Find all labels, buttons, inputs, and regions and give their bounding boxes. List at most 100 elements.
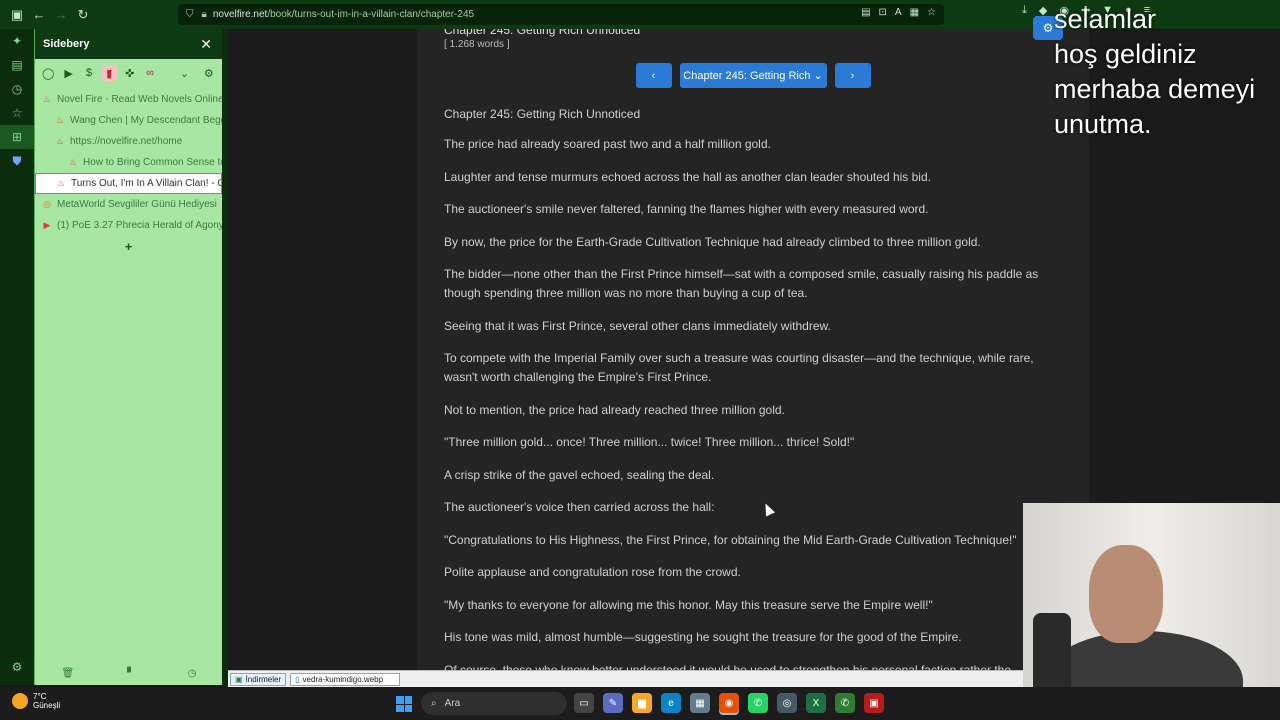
settings-gear-icon[interactable]: ⚙: [0, 655, 34, 679]
forward-icon[interactable]: →: [50, 4, 72, 26]
sidebar-toolbar: ◯ ▶ $ ▮ ✜ ∞ ⌄ ⚙: [35, 59, 222, 87]
weather-temp: 7°C: [33, 692, 47, 701]
chapter-paragraph: The bidder—none other than the First Pri…: [444, 267, 1039, 300]
sidebar-tab[interactable]: ♨ Turns Out, I'm In A Villain Clan! - C: [35, 173, 222, 194]
history-icon[interactable]: ◷: [0, 77, 34, 101]
chrome-icon[interactable]: ◎: [777, 693, 797, 713]
panel-glasses-icon[interactable]: ∞: [143, 65, 157, 81]
media-app-icon[interactable]: ▣: [864, 693, 884, 713]
new-tab-button[interactable]: +: [35, 236, 222, 256]
download-filename: vedra-kumindigo.webp: [302, 674, 384, 684]
lock-icon: 🔒︎: [201, 9, 207, 20]
clock-icon[interactable]: ◷: [188, 668, 197, 679]
excel-icon[interactable]: X: [806, 693, 826, 713]
start-button[interactable]: [396, 696, 412, 712]
url-path: /book/turns-out-im-in-a-villain-clan/cha…: [267, 9, 475, 20]
panel-refresh-icon[interactable]: ◯: [41, 65, 55, 81]
sidebar-tab[interactable]: ◎ MetaWorld Sevgililer Günü Hediyesi: [35, 194, 222, 215]
sidebery-panel: Sidebery ✕ ◯ ▶ $ ▮ ✜ ∞ ⌄ ⚙ ♨ Novel Fire -…: [34, 29, 222, 685]
stream-overlay-text: selamlar hoş geldiniz merhaba demeyi unu…: [1054, 2, 1255, 142]
file-explorer-icon[interactable]: ▆: [632, 693, 652, 713]
translate-icon[interactable]: A: [895, 7, 902, 18]
url-host: novelfire.net: [212, 9, 268, 20]
pin-icon[interactable]: ▘: [127, 668, 135, 679]
chapter-top-title: Chapter 245: Getting Rich Unnoticed: [444, 29, 641, 37]
sidebar-toggle-icon[interactable]: ▣: [6, 4, 28, 26]
search-label: Ara: [444, 698, 461, 709]
tab-label: (1) PoE 3.27 Phrecia Herald of Agony: [57, 220, 222, 231]
search-icon: ⌕: [431, 698, 437, 709]
reload-icon[interactable]: ↻: [72, 4, 94, 26]
chapter-paragraph: The auctioneer's smile never faltered, f…: [444, 202, 929, 216]
download-item[interactable]: ▯ vedra-kumindigo.webp: [290, 672, 401, 686]
tab-tree: ♨ Novel Fire - Read Web Novels Online ♨ Wan…: [35, 89, 222, 236]
chapter-paragraph: "My thanks to everyone for allowing me t…: [444, 597, 933, 612]
extensions-icon[interactable]: ▦: [910, 7, 919, 18]
trash-icon[interactable]: 🗑︎: [61, 668, 74, 679]
chapter-paragraph: By now, the price for the Earth-Grade Cu…: [444, 234, 981, 249]
store-icon[interactable]: ▦: [690, 693, 710, 713]
sparkle-icon[interactable]: ✦: [0, 29, 34, 53]
tab-favicon-icon: ♨: [68, 157, 78, 167]
sidebar-tab[interactable]: ♨ Novel Fire - Read Web Novels Online: [35, 89, 222, 110]
edge-icon[interactable]: e: [661, 693, 681, 713]
whatsapp-icon[interactable]: ✆: [748, 693, 768, 713]
chapter-nav: ‹ Chapter 245: Getting Rich ⌄ ›: [417, 63, 1089, 88]
downloads-button[interactable]: ▣ İndirmeler: [230, 672, 287, 686]
bookmarks-icon[interactable]: ☆: [0, 101, 34, 125]
chapter-paragraph: The price had already soared past two an…: [444, 137, 771, 151]
sidebery-icon[interactable]: ⊞: [0, 125, 34, 149]
firefox-icon[interactable]: ◉: [719, 693, 739, 713]
chapter-heading: Chapter 245: Getting Rich Unnoticed: [444, 107, 641, 121]
chapter-paragraph: The auctioneer's voice then carried acro…: [444, 500, 715, 514]
tab-favicon-icon: ▶: [43, 220, 51, 230]
screenshot-icon[interactable]: ⊡: [879, 7, 887, 18]
sidebar-tab[interactable]: ▶ (1) PoE 3.27 Phrecia Herald of Agony: [35, 215, 222, 236]
chapter-select-label: Chapter 245: Getting Rich: [683, 69, 811, 82]
download-folder-icon: ▣: [235, 674, 243, 684]
prev-chapter-button[interactable]: ‹: [635, 63, 672, 88]
tab-label: Wang Chen | My Descendant Begge: [70, 115, 222, 126]
panel-dollar-icon[interactable]: $: [82, 65, 96, 81]
browser-side-rail: ✦ ▤ ◷ ☆ ⊞ ⛊ ⚙: [0, 29, 34, 685]
download-icon[interactable]: ⤓: [1022, 4, 1027, 17]
panel-book-icon[interactable]: ▮: [102, 65, 117, 81]
bitwarden-icon[interactable]: ⛊: [0, 149, 34, 173]
taskbar-search[interactable]: ⌕ Ara: [421, 692, 567, 715]
tab-favicon-icon: ♨: [55, 136, 65, 146]
panel-gamepad-icon[interactable]: ✜: [123, 65, 137, 81]
sun-icon: [12, 693, 28, 709]
sidebar-tab[interactable]: ♨ Wang Chen | My Descendant Begge: [35, 110, 222, 131]
weather-widget[interactable]: 7°C Güneşli: [12, 692, 60, 710]
library-icon[interactable]: ▤: [0, 53, 34, 77]
chapter-paragraph: Seeing that it was First Prince, several…: [444, 318, 831, 333]
close-icon[interactable]: ✕: [200, 36, 212, 53]
chapter-select[interactable]: Chapter 245: Getting Rich ⌄: [679, 63, 827, 88]
downloads-label: İndirmeler: [245, 674, 282, 684]
sidebar-header: Sidebery ✕: [35, 29, 222, 59]
task-view-icon[interactable]: ▭: [574, 693, 594, 713]
address-bar[interactable]: ⛉ 🔒︎ novelfire.net/book/turns-out-im-in-…: [178, 4, 944, 25]
reader-view-icon[interactable]: ▤: [861, 7, 870, 18]
tab-label: How to Bring Common Sense to X: [83, 157, 222, 168]
webcam-person-head: [1089, 545, 1163, 643]
chapter-paragraph: Polite applause and congratulation rose …: [444, 565, 741, 579]
tab-favicon-icon: ◎: [43, 199, 51, 209]
tab-label: Novel Fire - Read Web Novels Online: [57, 94, 222, 105]
widgets-icon[interactable]: ✎: [603, 693, 623, 713]
tab-label: Turns Out, I'm In A Villain Clan! - C: [71, 178, 222, 189]
next-chapter-button[interactable]: ›: [834, 63, 871, 88]
taskbar-apps: ▭ ✎ ▆ e ▦ ◉ ✆ ◎ X ✆ ▣: [574, 693, 884, 713]
back-icon[interactable]: ←: [28, 4, 50, 26]
sidebar-tab[interactable]: ♨ How to Bring Common Sense to X: [35, 152, 222, 173]
panel-settings-icon[interactable]: ⚙: [202, 65, 216, 81]
chevron-down-icon[interactable]: ⌄: [177, 65, 191, 81]
bookmark-star-icon[interactable]: ☆: [927, 7, 936, 18]
phone-app-icon[interactable]: ✆: [835, 693, 855, 713]
chevron-down-icon: ⌄: [813, 70, 823, 82]
weather-condition: Güneşli: [33, 701, 61, 710]
panel-play-icon[interactable]: ▶: [61, 65, 75, 81]
sidebar-tab[interactable]: ♨ https://novelfire.net/home: [35, 131, 222, 152]
tab-label: MetaWorld Sevgililer Günü Hediyesi: [57, 199, 217, 210]
overlay-line: unutma.: [1054, 109, 1152, 139]
